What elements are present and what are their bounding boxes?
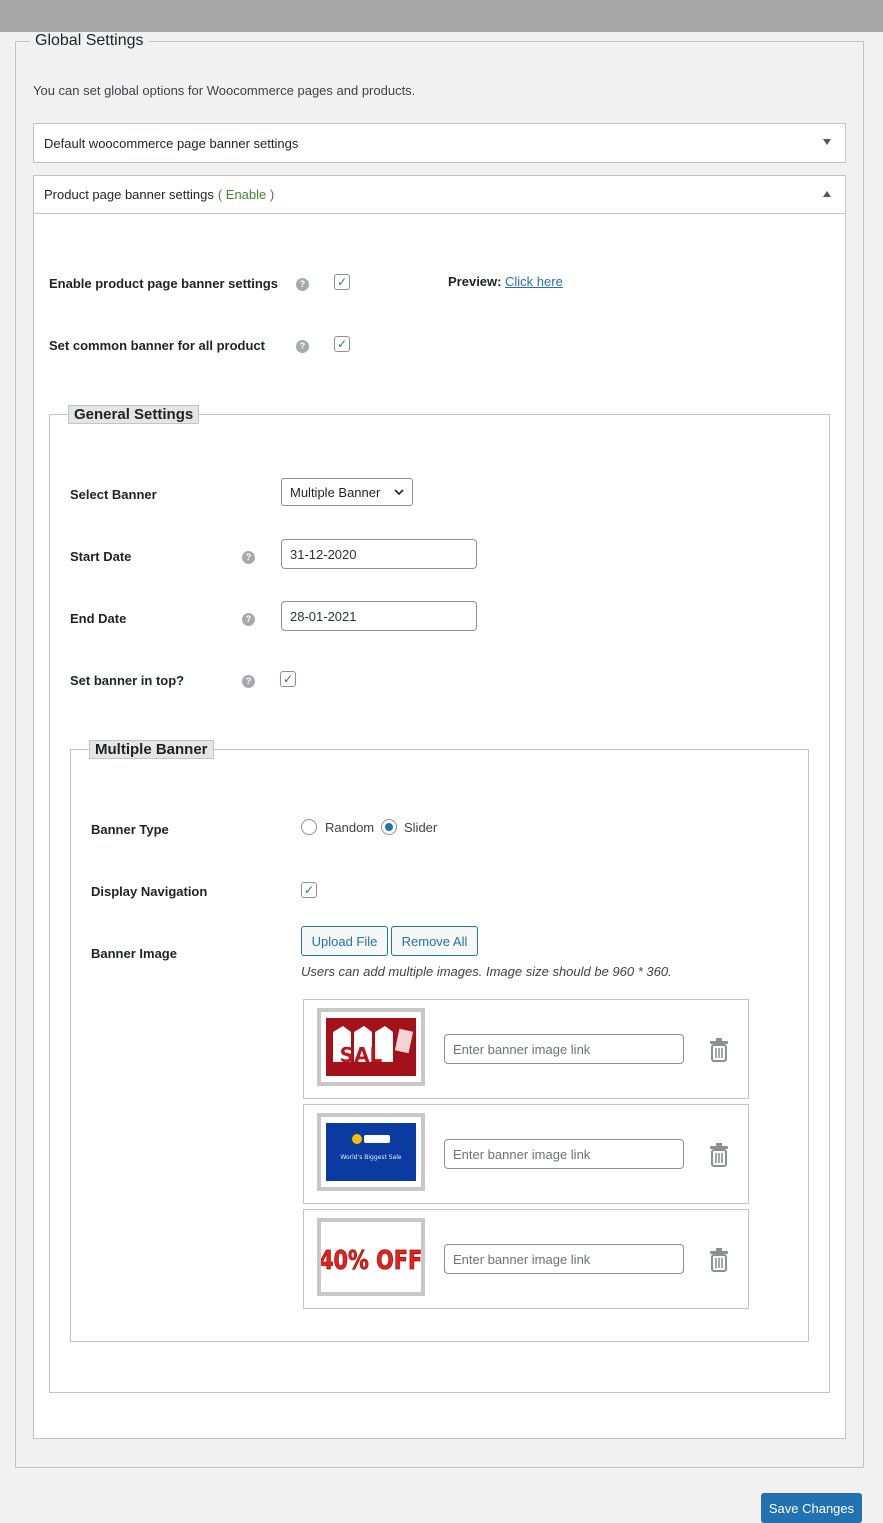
multiple-banner-title: Multiple Banner bbox=[89, 740, 214, 759]
global-settings-description: You can set global options for Woocommer… bbox=[33, 83, 416, 98]
chevron-down-icon[interactable] bbox=[823, 139, 831, 145]
accordion-header[interactable]: Default woocommerce page banner settings bbox=[34, 124, 845, 162]
enable-product-banner-checkbox[interactable]: ✓ bbox=[334, 274, 350, 290]
upload-file-button[interactable]: Upload File bbox=[301, 926, 388, 956]
end-date-input[interactable]: 28-01-2021 bbox=[281, 601, 477, 631]
help-icon[interactable]: ? bbox=[242, 551, 255, 564]
banner-thumb-text: 40% OFF bbox=[321, 1245, 421, 1276]
banner-type-label: Banner Type bbox=[91, 822, 169, 837]
enable-product-banner-label: Enable product page banner settings bbox=[49, 276, 278, 291]
select-banner-dropdown[interactable]: Multiple Banner bbox=[281, 478, 413, 506]
start-date-input[interactable]: 31-12-2020 bbox=[281, 539, 477, 569]
start-date-label: Start Date bbox=[70, 549, 132, 564]
trash-icon[interactable] bbox=[708, 1038, 730, 1062]
banner-thumbnail: World's Biggest Sale bbox=[317, 1113, 425, 1191]
chevron-down-icon bbox=[394, 489, 404, 496]
display-navigation-label: Display Navigation bbox=[91, 884, 208, 899]
accordion-header[interactable]: Product page banner settings ( Enable ) bbox=[34, 176, 845, 214]
default-page-banner-accordion[interactable]: Default woocommerce page banner settings bbox=[33, 123, 846, 163]
banner-link-input[interactable]: Enter banner image link bbox=[444, 1034, 684, 1064]
banner-item: 40% OFF Enter banner image link bbox=[303, 1209, 749, 1309]
image-size-note: Users can add multiple images. Image siz… bbox=[301, 964, 672, 979]
banner-image-label: Banner Image bbox=[91, 946, 177, 961]
banner-item: SAL Enter banner image link bbox=[303, 999, 749, 1099]
help-icon[interactable]: ? bbox=[242, 675, 255, 688]
preview-link[interactable]: Click here bbox=[505, 274, 563, 289]
remove-all-button[interactable]: Remove All bbox=[391, 926, 478, 956]
banner-thumbnail: SAL bbox=[317, 1008, 425, 1086]
banner-type-random-radio[interactable] bbox=[301, 819, 317, 835]
common-banner-label: Set common banner for all product bbox=[49, 338, 265, 353]
trash-icon[interactable] bbox=[708, 1143, 730, 1167]
select-banner-label: Select Banner bbox=[70, 487, 157, 502]
status-badge: ( Enable ) bbox=[217, 187, 275, 202]
preview-label: Preview: bbox=[448, 274, 502, 289]
banner-top-label: Set banner in top? bbox=[70, 673, 185, 688]
help-icon[interactable]: ? bbox=[296, 278, 309, 291]
banner-type-slider-radio[interactable] bbox=[381, 819, 397, 835]
general-settings-title: General Settings bbox=[68, 405, 200, 424]
common-banner-checkbox[interactable]: ✓ bbox=[334, 336, 350, 352]
trash-icon[interactable] bbox=[708, 1248, 730, 1272]
banner-type-random-label: Random bbox=[325, 820, 375, 835]
select-banner-value: Multiple Banner bbox=[290, 484, 381, 500]
admin-top-bar bbox=[0, 0, 883, 32]
chevron-up-icon[interactable] bbox=[823, 191, 831, 197]
banner-link-input[interactable]: Enter banner image link bbox=[444, 1139, 684, 1169]
banner-thumb-text: SAL bbox=[340, 1043, 383, 1067]
help-icon[interactable]: ? bbox=[296, 340, 309, 353]
accordion-title: Default woocommerce page banner settings bbox=[44, 135, 299, 151]
banner-top-checkbox[interactable]: ✓ bbox=[280, 671, 296, 687]
banner-thumb-text: World's Biggest Sale bbox=[340, 1154, 402, 1161]
banner-thumbnail: 40% OFF bbox=[317, 1218, 425, 1296]
display-navigation-checkbox[interactable]: ✓ bbox=[301, 882, 317, 898]
global-settings-title: Global Settings bbox=[35, 32, 144, 49]
banner-type-slider-label: Slider bbox=[404, 820, 438, 835]
help-icon[interactable]: ? bbox=[242, 613, 255, 626]
accordion-title: Product page banner settings bbox=[44, 187, 214, 202]
banner-item: World's Biggest Sale Enter banner image … bbox=[303, 1104, 749, 1204]
banner-link-input[interactable]: Enter banner image link bbox=[444, 1244, 684, 1274]
end-date-label: End Date bbox=[70, 611, 127, 626]
